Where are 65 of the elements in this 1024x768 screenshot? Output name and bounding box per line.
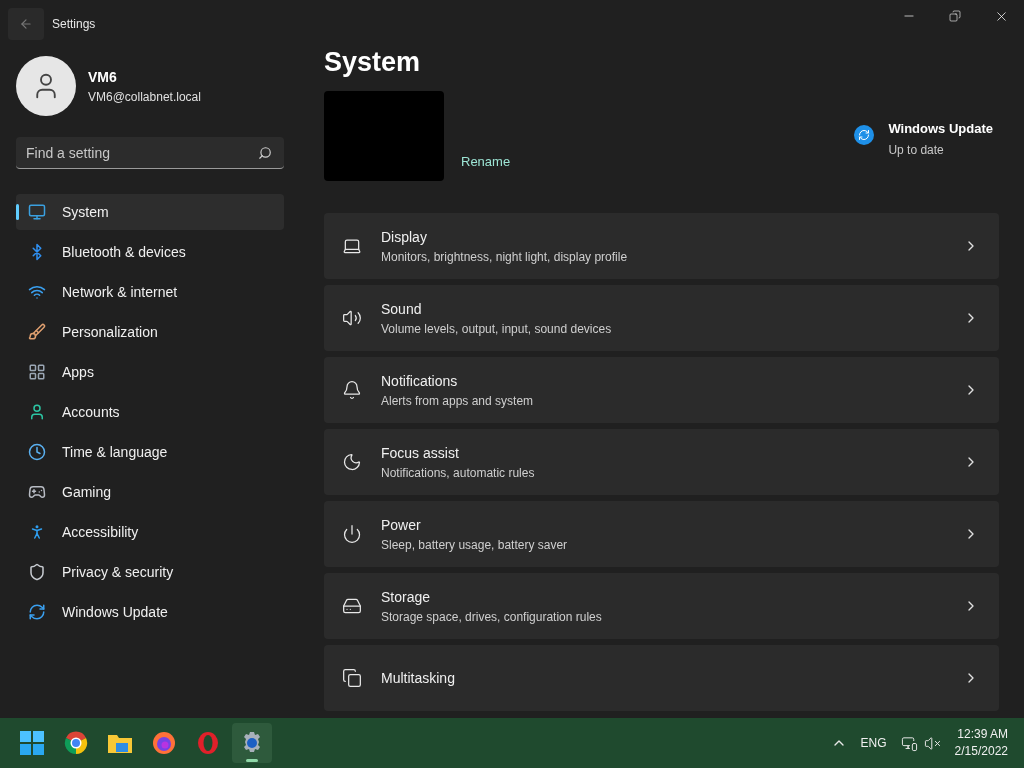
- nav-item[interactable]: System: [16, 194, 284, 230]
- nav-item[interactable]: Accounts: [16, 394, 284, 430]
- page-title: System: [324, 46, 422, 79]
- settings-card[interactable]: Multitasking: [324, 645, 999, 711]
- opera-o-icon: [196, 731, 220, 755]
- card-subtitle: Sleep, battery usage, battery saver: [381, 536, 568, 554]
- update-title: Windows Update: [888, 120, 993, 138]
- person-icon: [28, 403, 46, 421]
- settings-card[interactable]: Sound Volume levels, output, input, sound devices: [324, 285, 999, 351]
- nav-item[interactable]: Bluetooth & devices: [16, 234, 284, 270]
- nav-item[interactable]: Gaming: [16, 474, 284, 510]
- clock[interactable]: 12:39 AM 2/15/2022: [954, 726, 1008, 760]
- windows-logo-icon: [20, 731, 44, 755]
- settings-card[interactable]: Storage Storage space, drives, configuration rules: [324, 573, 999, 639]
- wifi-icon: [28, 283, 46, 301]
- nav-item[interactable]: Windows Update: [16, 594, 284, 630]
- settings-card[interactable]: Focus assist Notifications, automatic rules: [324, 429, 999, 495]
- card-title: Storage: [381, 587, 432, 607]
- clock-icon: [28, 443, 46, 461]
- apps-icon: [28, 363, 46, 381]
- moon-icon: [342, 452, 362, 472]
- restore-icon: [949, 10, 961, 22]
- card-title: Power: [381, 515, 422, 535]
- card-subtitle: Monitors, brightness, night light, display profile: [381, 248, 628, 266]
- update-icon: [854, 125, 875, 145]
- speaker-icon: [342, 308, 362, 328]
- settings-card[interactable]: Display Monitors, brightness, night light, display profile: [324, 213, 999, 279]
- brush-icon: [28, 323, 46, 341]
- card-title: Multitasking: [381, 668, 455, 688]
- drive-icon: [342, 596, 362, 616]
- gamepad-icon: [28, 483, 46, 501]
- account-email: VM6@collabnet.local: [88, 88, 201, 106]
- nav-item[interactable]: Time & language: [16, 434, 284, 470]
- card-subtitle: Alerts from apps and system: [381, 392, 534, 410]
- search-field[interactable]: Find a setting: [16, 137, 284, 169]
- nav-item[interactable]: Apps: [16, 354, 284, 390]
- card-title: Sound: [381, 299, 423, 319]
- windows-icon: [342, 668, 362, 688]
- card-title: Display: [381, 227, 428, 247]
- search-icon[interactable]: [258, 146, 272, 160]
- nav-item[interactable]: Personalization: [16, 314, 284, 350]
- card-subtitle: Notifications, automatic rules: [381, 464, 535, 482]
- network-icon[interactable]: [900, 734, 918, 752]
- language-indicator[interactable]: ENG: [860, 734, 887, 752]
- nav-item[interactable]: Network & internet: [16, 274, 284, 310]
- taskbar-app[interactable]: [232, 723, 272, 763]
- settings-card[interactable]: Power Sleep, battery usage, battery saver: [324, 501, 999, 567]
- shield-icon: [28, 563, 46, 581]
- power-icon: [342, 524, 362, 544]
- card-subtitle: Volume levels, output, input, sound devices: [381, 320, 612, 338]
- card-title: Notifications: [381, 371, 459, 391]
- nav-item[interactable]: Privacy & security: [16, 554, 284, 590]
- window-title: Settings: [52, 16, 96, 33]
- settings-card[interactable]: Notifications Alerts from apps and system: [324, 357, 999, 423]
- card-subtitle: Storage space, drives, configuration rules: [381, 608, 602, 626]
- nav-item[interactable]: Accessibility: [16, 514, 284, 550]
- bell-icon: [342, 380, 362, 400]
- account-name: VM6: [88, 67, 118, 87]
- update-status: Up to date: [888, 141, 945, 159]
- card-title: Focus assist: [381, 443, 460, 463]
- rename-link[interactable]: Rename: [461, 152, 511, 172]
- browser-icon: [64, 731, 88, 755]
- refresh-icon: [28, 603, 46, 621]
- monitor-icon: [28, 203, 46, 221]
- muted-speaker-icon[interactable]: [923, 734, 941, 752]
